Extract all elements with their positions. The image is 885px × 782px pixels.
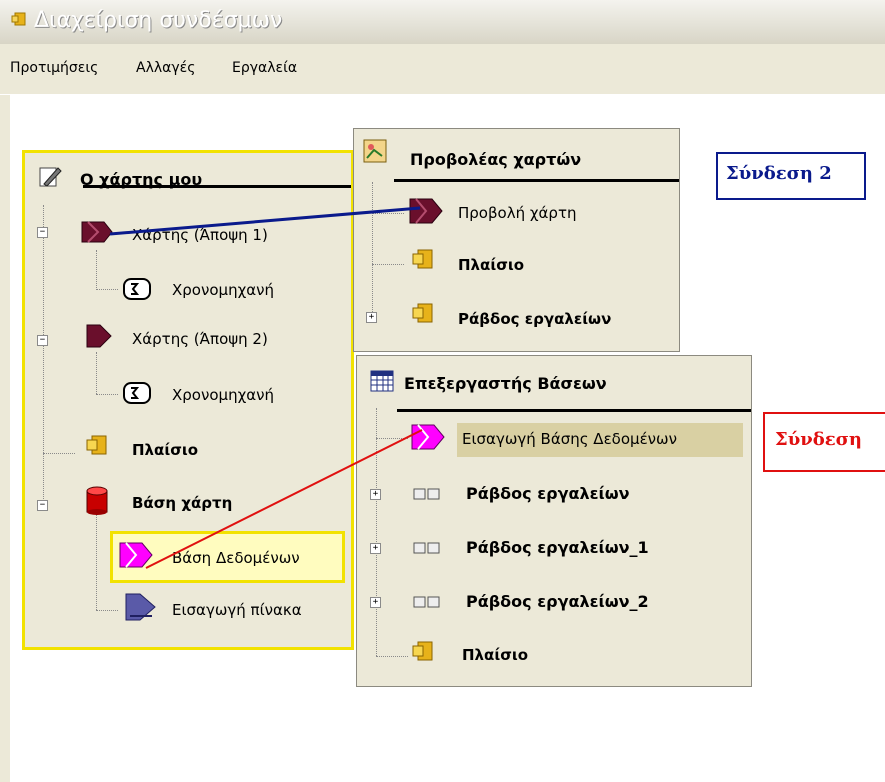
link-label-1-text: Σύνδεση xyxy=(775,429,863,450)
db-node-toolbar-2[interactable]: Ράβδος εργαλείων_2 xyxy=(466,592,649,611)
title-bar: Διαχείριση συνδέσμων xyxy=(0,0,885,44)
tree-line xyxy=(96,250,97,290)
time-machine-icon xyxy=(121,380,153,410)
db-node-frame[interactable]: Πλαίσιο xyxy=(462,646,528,664)
db-import-icon xyxy=(410,422,446,456)
tree-line xyxy=(372,182,373,316)
toolbar-icon xyxy=(412,594,442,614)
viewer-node-map-view[interactable]: Προβολή χάρτη xyxy=(458,204,577,222)
panel-my-map-title: Ο χάρτης μου xyxy=(80,170,203,189)
tree-node-map-view-2[interactable]: Χάρτης (Άποψη 2) xyxy=(132,330,268,348)
frame-icon xyxy=(410,638,436,668)
frame-icon xyxy=(410,246,436,276)
expand-toggle[interactable]: + xyxy=(370,597,381,608)
map-view-icon xyxy=(84,322,114,354)
window-title: Διαχείριση συνδέσμων xyxy=(34,8,283,33)
tree-line xyxy=(96,394,118,395)
tree-node-time-machine-2[interactable]: Χρονομηχανή xyxy=(172,386,274,404)
menu-bar xyxy=(0,44,885,95)
toolbar-icon xyxy=(412,540,442,560)
link-label-2-text: Σύνδεση 2 xyxy=(726,163,832,184)
expand-toggle[interactable]: + xyxy=(370,543,381,554)
db-node-import-db[interactable]: Εισαγωγή Βάσης Δεδομένων xyxy=(462,430,677,448)
expand-toggle[interactable]: − xyxy=(37,335,48,346)
expand-toggle[interactable]: − xyxy=(37,227,48,238)
tree-node-database[interactable]: Βάση Δεδομένων xyxy=(172,549,300,567)
toolbar-icon xyxy=(410,300,436,330)
menu-changes[interactable]: Αλλαγές xyxy=(136,60,195,76)
menu-preferences[interactable]: Προτιμήσεις xyxy=(10,60,98,76)
tree-node-table-import[interactable]: Εισαγωγή πίνακα xyxy=(172,601,302,619)
tree-line xyxy=(43,453,75,454)
db-node-toolbar[interactable]: Ράβδος εργαλείων xyxy=(466,484,630,503)
db-node-toolbar-1[interactable]: Ράβδος εργαλείων_1 xyxy=(466,538,649,557)
frame-icon xyxy=(84,432,110,462)
tree-line xyxy=(96,289,118,290)
tree-node-map-view-1[interactable]: Χάρτης (Άποψη 1) xyxy=(132,226,268,244)
app-icon xyxy=(10,10,30,30)
table-import-icon xyxy=(124,592,158,626)
expand-toggle[interactable]: + xyxy=(370,489,381,500)
tree-line xyxy=(376,408,377,656)
tree-line xyxy=(43,205,44,505)
tree-line xyxy=(372,213,404,214)
database-icon xyxy=(84,486,110,520)
viewer-node-frame[interactable]: Πλαίσιο xyxy=(458,256,524,274)
link-label-1[interactable]: Σύνδεση xyxy=(763,412,885,472)
panel-map-viewer-title: Προβολέας χαρτών xyxy=(410,150,582,169)
tree-line xyxy=(96,352,97,394)
map-view-icon xyxy=(408,196,444,230)
tree-node-frame[interactable]: Πλαίσιο xyxy=(132,441,198,459)
tree-line xyxy=(96,510,97,610)
calendar-grid-icon xyxy=(370,370,394,396)
map-viewer-icon xyxy=(362,138,388,168)
database-data-icon xyxy=(118,540,154,574)
viewer-node-toolbar[interactable]: Ράβδος εργαλείων xyxy=(458,310,611,328)
tree-line xyxy=(96,610,118,611)
time-machine-icon xyxy=(121,276,153,306)
tree-line xyxy=(376,656,408,657)
expand-toggle[interactable]: − xyxy=(37,500,48,511)
panel-db-editor-title: Επεξεργαστής Βάσεων xyxy=(404,374,607,393)
expand-toggle[interactable]: + xyxy=(366,312,377,323)
tree-node-map-base[interactable]: Βάση χάρτη xyxy=(132,494,232,512)
map-view-icon xyxy=(80,218,114,250)
map-tool-icon xyxy=(38,164,64,194)
tree-line xyxy=(376,438,408,439)
tree-node-time-machine-1[interactable]: Χρονομηχανή xyxy=(172,281,274,299)
link-label-2[interactable]: Σύνδεση 2 xyxy=(716,152,866,200)
toolbar-icon xyxy=(412,486,442,506)
tree-line xyxy=(372,264,404,265)
menu-tools[interactable]: Εργαλεία xyxy=(232,60,297,76)
